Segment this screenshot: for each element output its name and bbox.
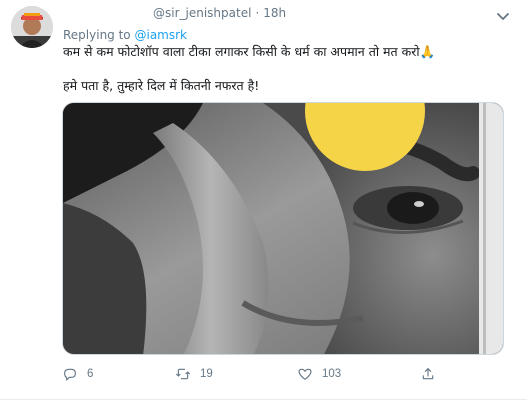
reply-count: 6 [87,368,94,380]
tweet-media-image[interactable] [62,102,504,355]
tweet-actions: 6 19 103 [62,362,442,386]
replying-prefix: Replying to [63,28,131,42]
tweet[interactable]: @sir_jenishpatel · 18h Replying to @iamsrk… [0,0,527,400]
reply-button[interactable]: 6 [62,362,93,386]
tweet-header: @sir_jenishpatel · 18h [153,6,286,20]
separator-dot: · [255,6,260,20]
heart-icon [298,368,312,380]
tweet-text-line-2: हमे पता है, तुम्हारे दिल में कितनी नफरत … [63,78,260,93]
replying-to: Replying to @iamsrk [63,28,187,42]
share-icon [422,368,434,380]
avatar[interactable] [11,6,53,48]
reply-icon [64,368,76,381]
author-handle[interactable]: @sir_jenishpatel [153,6,251,20]
share-button[interactable] [420,362,445,386]
retweet-button[interactable]: 19 [175,362,213,386]
like-count: 103 [322,368,342,380]
like-button[interactable]: 103 [297,362,341,386]
chevron-down-icon [497,13,509,20]
more-options-button[interactable] [494,8,512,20]
retweet-count: 19 [200,368,213,380]
tweet-time[interactable]: 18h [263,6,286,20]
retweet-icon [175,368,191,380]
reply-mention-link[interactable]: @iamsrk [134,28,187,42]
tweet-text-line-1: कम से कम फोटोशॉप वाला टीका लगाकर किसी के… [63,44,436,59]
